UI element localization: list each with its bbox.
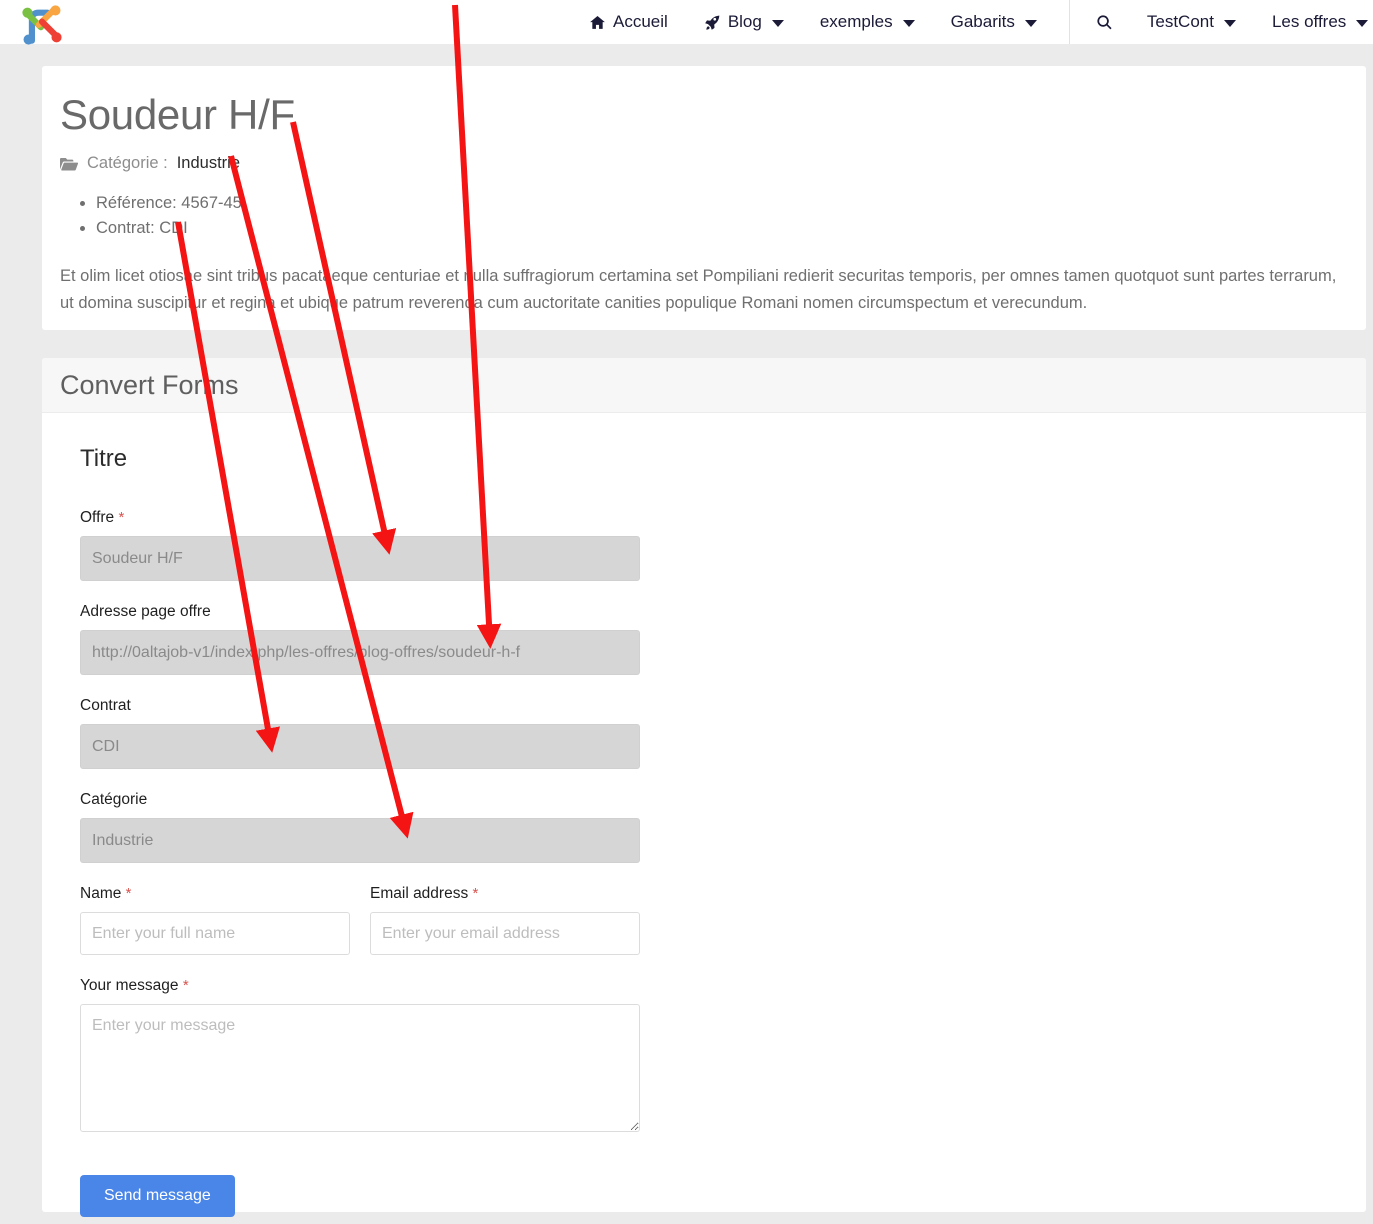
chevron-down-icon <box>771 19 784 27</box>
form-card: Convert Forms Titre Offre * Adresse page… <box>42 358 1366 1217</box>
nav-item-accueil-label: Accueil <box>613 12 668 31</box>
top-navbar: Accueil Blog exemples Gabarits TestCont <box>0 0 1373 45</box>
nav-item-blog-label: Blog <box>727 12 762 31</box>
nav-item-testcont[interactable]: TestCont <box>1129 0 1254 44</box>
search-icon <box>1097 14 1112 29</box>
home-icon <box>590 15 605 29</box>
field-group-email: Email address * <box>370 885 640 955</box>
label-adresse-page-offre: Adresse page offre <box>80 603 1328 621</box>
chevron-down-icon <box>1356 19 1369 27</box>
label-message-text: Your message <box>80 977 179 994</box>
nav-item-gabarits[interactable]: Gabarits <box>933 0 1055 44</box>
panel-header: Convert Forms <box>42 358 1366 413</box>
site-logo[interactable] <box>14 0 84 45</box>
nav-item-les-offres[interactable]: Les offres <box>1254 0 1373 44</box>
nav-item-list: Accueil Blog exemples Gabarits TestCont <box>571 0 1373 44</box>
category-value[interactable]: Industrie <box>177 154 240 173</box>
chevron-down-icon <box>902 19 915 27</box>
form-title: Titre <box>80 445 128 472</box>
nav-item-gabarits-label: Gabarits <box>950 12 1015 31</box>
required-asterisk: * <box>118 509 125 526</box>
label-categorie: Catégorie <box>80 791 1328 809</box>
chevron-down-icon <box>1024 19 1037 27</box>
adresse-page-offre-input[interactable] <box>80 630 640 675</box>
field-group-contrat: Contrat <box>80 697 1328 769</box>
offre-input[interactable] <box>80 536 640 581</box>
nav-item-blog[interactable]: Blog <box>686 0 802 44</box>
page-title: Soudeur H/F <box>60 91 295 138</box>
folder-icon <box>60 157 78 171</box>
category-label: Catégorie : <box>87 154 168 173</box>
label-email-text: Email address <box>370 885 469 902</box>
nav-item-exemples[interactable]: exemples <box>802 0 933 44</box>
nav-item-exemples-label: exemples <box>819 12 893 31</box>
message-textarea[interactable] <box>80 1004 640 1132</box>
field-group-name: Name * <box>80 885 350 955</box>
field-group-adresse-page-offre: Adresse page offre <box>80 603 1328 675</box>
search-button[interactable] <box>1080 0 1129 44</box>
categorie-input[interactable] <box>80 818 640 863</box>
label-contrat-text: Contrat <box>80 697 131 714</box>
panel-body: Titre Offre * Adresse page offre Contrat <box>42 413 1366 1217</box>
name-input[interactable] <box>80 912 350 955</box>
required-asterisk: * <box>182 977 189 994</box>
label-contrat: Contrat <box>80 697 1328 715</box>
joomla-logo <box>22 5 62 45</box>
send-message-button[interactable]: Send message <box>80 1175 235 1217</box>
panel-title: Convert Forms <box>60 369 239 400</box>
nav-item-accueil[interactable]: Accueil <box>571 0 686 44</box>
article-intro-text: Et olim licet otiosae sint tribus pacata… <box>60 267 1337 313</box>
rocket-icon <box>705 14 720 30</box>
nav-item-testcont-label: TestCont <box>1146 12 1214 31</box>
field-group-message: Your message * <box>80 977 1328 1132</box>
list-item: Référence: 4567-45 <box>96 191 1348 216</box>
nav-divider <box>1068 0 1070 44</box>
label-offre: Offre * <box>80 509 1328 527</box>
label-adresse-text: Adresse page offre <box>80 603 211 620</box>
article-meta-list: Référence: 4567-45 Contrat: CDI <box>60 191 1348 241</box>
contrat-input[interactable] <box>80 724 640 769</box>
required-asterisk: * <box>472 885 479 902</box>
article-body: Soudeur H/F Catégorie : Industrie Référe… <box>42 66 1366 317</box>
label-categorie-text: Catégorie <box>80 791 148 808</box>
field-group-categorie: Catégorie <box>80 791 1328 863</box>
label-name: Name * <box>80 885 350 903</box>
label-offre-text: Offre <box>80 509 115 526</box>
field-group-offre: Offre * <box>80 509 1328 581</box>
chevron-down-icon <box>1223 19 1236 27</box>
name-email-row: Name * Email address * <box>80 885 1328 977</box>
required-asterisk: * <box>125 885 132 902</box>
category-line: Catégorie : Industrie <box>60 154 1348 173</box>
article-card: Soudeur H/F Catégorie : Industrie Référe… <box>42 66 1366 330</box>
label-message: Your message * <box>80 977 1328 995</box>
label-email: Email address * <box>370 885 640 903</box>
list-item: Contrat: CDI <box>96 216 1348 241</box>
label-name-text: Name <box>80 885 122 902</box>
nav-item-les-offres-label: Les offres <box>1271 12 1347 31</box>
email-input[interactable] <box>370 912 640 955</box>
